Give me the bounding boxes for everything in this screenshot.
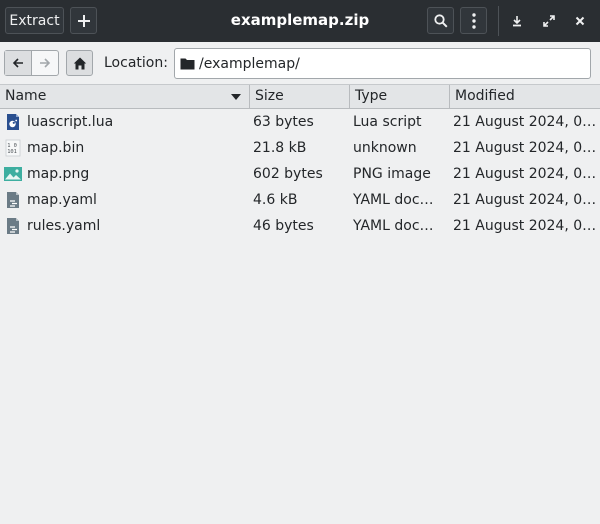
file-type: YAML docu... (353, 192, 438, 208)
file-name: map.png (27, 166, 90, 182)
navigation-buttons (4, 50, 59, 76)
file-size: 21.8 kB (253, 140, 307, 156)
location-path: /examplemap/ (199, 55, 300, 72)
search-icon (433, 13, 448, 28)
file-modified: 21 August 2024, 08:... (453, 114, 600, 130)
file-row-map-bin[interactable]: 1 0 101 map.bin 21.8 kB unknown 21 Augus… (0, 135, 600, 161)
header-bar: Extract examplemap.zip (0, 0, 600, 42)
file-type: YAML docu... (353, 218, 438, 234)
yaml-file-icon (7, 218, 19, 234)
file-name: luascript.lua (27, 114, 114, 130)
location-label: Location: (104, 55, 168, 71)
add-files-button[interactable] (70, 7, 97, 34)
arrow-left-icon (12, 58, 23, 68)
home-icon (73, 57, 86, 69)
file-name: rules.yaml (27, 218, 101, 234)
file-size: 46 bytes (253, 218, 314, 234)
file-type: Lua script (353, 114, 422, 130)
sort-descending-icon (231, 94, 241, 100)
file-modified: 21 August 2024, 08:... (453, 166, 600, 182)
forward-button[interactable] (32, 51, 58, 75)
back-button[interactable] (5, 51, 32, 75)
image-file-icon (4, 167, 22, 181)
file-type: unknown (353, 140, 417, 156)
binary-file-icon: 1 0 101 (5, 139, 21, 157)
close-icon (575, 16, 585, 26)
file-row-rules-yaml[interactable]: rules.yaml 46 bytes YAML docu... 21 Augu… (0, 213, 600, 239)
file-name: map.bin (27, 140, 85, 156)
file-row-luascript[interactable]: luascript.lua 63 bytes Lua script 21 Aug… (0, 109, 600, 135)
file-size: 63 bytes (253, 114, 314, 130)
file-row-map-yaml[interactable]: map.yaml 4.6 kB YAML docu... 21 August 2… (0, 187, 600, 213)
column-size[interactable]: Size (250, 85, 350, 108)
column-modified[interactable]: Modified (450, 85, 600, 108)
column-type[interactable]: Type (350, 85, 450, 108)
column-header: Name Size Type Modified (0, 85, 600, 109)
file-type: PNG image (353, 166, 431, 182)
home-button[interactable] (66, 50, 93, 76)
file-size: 4.6 kB (253, 192, 298, 208)
file-modified: 21 August 2024, 08:... (453, 192, 600, 208)
svg-text:101: 101 (7, 149, 17, 155)
lua-file-icon (7, 114, 19, 130)
file-modified: 21 August 2024, 08:... (453, 140, 600, 156)
menu-button[interactable] (460, 7, 487, 34)
plus-icon (77, 14, 90, 27)
maximize-icon (543, 15, 555, 27)
column-name[interactable]: Name (0, 85, 250, 108)
yaml-file-icon (7, 192, 19, 208)
minimize-button[interactable] (504, 8, 530, 34)
file-name: map.yaml (27, 192, 97, 208)
close-button[interactable] (567, 8, 593, 34)
minimize-icon (513, 16, 521, 27)
file-size: 602 bytes (253, 166, 323, 182)
kebab-menu-icon (471, 12, 476, 29)
arrow-right-icon (39, 58, 50, 68)
folder-icon (180, 58, 195, 70)
file-list: Name Size Type Modified luascript.lua 63… (0, 84, 600, 524)
file-modified: 21 August 2024, 08:... (453, 218, 600, 234)
header-separator (498, 6, 499, 36)
file-row-map-png[interactable]: map.png 602 bytes PNG image 21 August 20… (0, 161, 600, 187)
search-button[interactable] (427, 7, 454, 34)
location-field[interactable]: /examplemap/ (174, 48, 591, 79)
maximize-button[interactable] (536, 8, 562, 34)
extract-button[interactable]: Extract (5, 7, 64, 34)
location-bar: Location: /examplemap/ (0, 42, 600, 84)
